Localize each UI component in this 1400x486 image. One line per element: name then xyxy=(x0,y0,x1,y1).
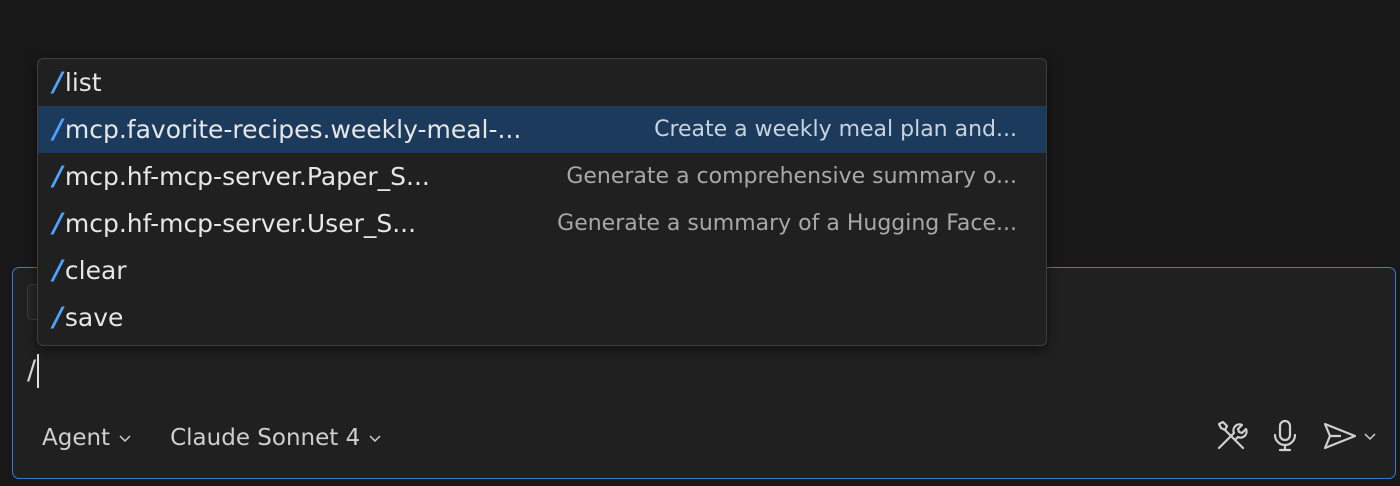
slash-command-item-clear[interactable]: / clear xyxy=(38,247,1046,294)
mode-picker-label: Agent xyxy=(42,425,111,451)
chevron-down-icon[interactable] xyxy=(1363,429,1377,443)
text-caret xyxy=(37,354,40,388)
command-description: Generate a summary of a Hugging Face... xyxy=(557,211,1017,236)
command-name: list xyxy=(64,68,102,97)
slash-prefix: / xyxy=(53,114,63,145)
slash-prefix: / xyxy=(53,208,63,239)
slash-prefix: / xyxy=(53,67,63,98)
chevron-down-icon xyxy=(369,435,381,443)
command-name: save xyxy=(64,303,124,332)
model-picker-label: Claude Sonnet 4 xyxy=(170,425,361,451)
slash-prefix: / xyxy=(53,255,63,286)
mode-picker[interactable]: Agent xyxy=(42,425,132,451)
model-picker[interactable]: Claude Sonnet 4 xyxy=(170,425,382,451)
command-name: mcp.favorite-recipes.weekly-meal-... xyxy=(64,115,522,144)
composer-toolbar-left: Agent Claude Sonnet 4 xyxy=(42,425,382,451)
microphone-icon xyxy=(1273,419,1297,452)
slash-prefix: / xyxy=(53,161,63,192)
chat-input-value: / xyxy=(27,355,37,386)
command-name: mcp.hf-mcp-server.Paper_S... xyxy=(64,162,430,191)
slash-command-item-user-summary[interactable]: / mcp.hf-mcp-server.User_S... Generate a… xyxy=(38,200,1046,247)
slash-command-item-weekly-meal[interactable]: / mcp.favorite-recipes.weekly-meal-... C… xyxy=(38,106,1046,153)
slash-command-menu: / list / mcp.favorite-recipes.weekly-mea… xyxy=(37,58,1047,346)
send-button[interactable] xyxy=(1321,419,1377,453)
send-icon xyxy=(1323,422,1357,450)
slash-prefix: / xyxy=(53,302,63,333)
voice-input-button[interactable] xyxy=(1271,418,1299,454)
command-description: Create a weekly meal plan and... xyxy=(654,117,1017,142)
command-description: Generate a comprehensive summary o... xyxy=(566,164,1017,189)
slash-command-item-paper-summary[interactable]: / mcp.hf-mcp-server.Paper_S... Generate … xyxy=(38,153,1046,200)
chat-input-field[interactable]: / xyxy=(27,354,40,388)
slash-command-item-list[interactable]: / list xyxy=(38,59,1046,106)
configure-tools-button[interactable] xyxy=(1213,418,1249,454)
slash-command-item-save[interactable]: / save xyxy=(38,294,1046,341)
composer-toolbar-right xyxy=(1213,418,1377,454)
tools-icon xyxy=(1217,420,1248,450)
chevron-down-icon xyxy=(119,435,131,443)
command-name: clear xyxy=(64,256,127,285)
command-name: mcp.hf-mcp-server.User_S... xyxy=(64,209,417,238)
